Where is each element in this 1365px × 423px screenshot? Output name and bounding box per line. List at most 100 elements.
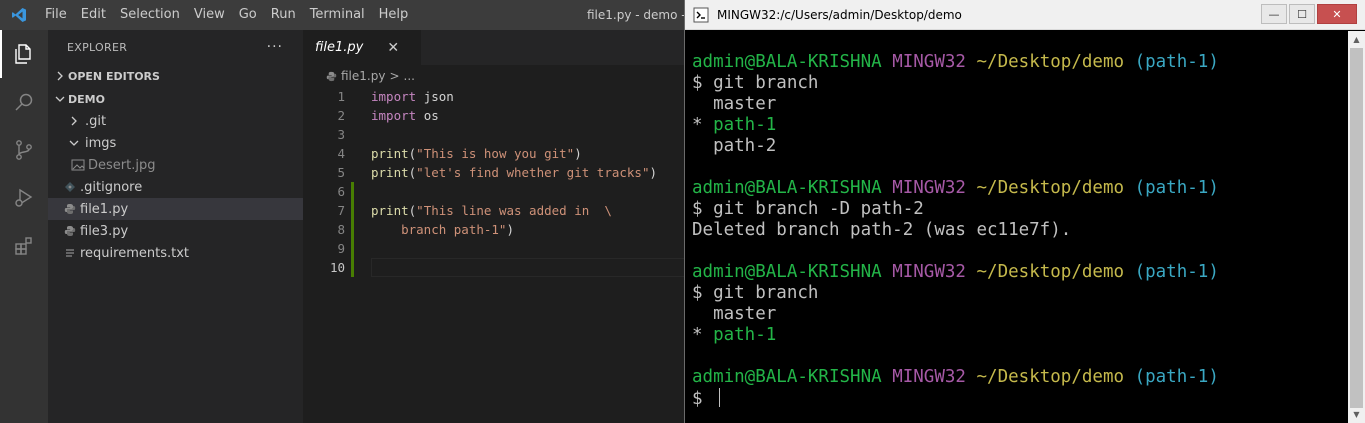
minimize-button[interactable]: — (1261, 4, 1287, 24)
terminal-text: (path-1) (1134, 262, 1219, 282)
tree-item-desert-jpg[interactable]: Desert.jpg (48, 154, 303, 176)
tab-close-icon[interactable]: ✕ (387, 40, 399, 56)
scroll-down-icon[interactable]: ▼ (1348, 406, 1365, 423)
tree-item-label: file3.py (80, 223, 129, 239)
terminal-text: ~/Desktop/demo (976, 367, 1125, 387)
terminal-line: $ (692, 388, 1219, 409)
terminal-text: ~/Desktop/demo (976, 178, 1125, 198)
text-cursor (719, 388, 721, 407)
line-number: 5 (337, 165, 345, 180)
open-editors-section[interactable]: OPEN EDITORS (48, 65, 303, 87)
code-line: 8 branch path-1") (303, 220, 684, 239)
scroll-up-icon[interactable]: ▲ (1348, 31, 1365, 48)
menu-file[interactable]: File (38, 0, 74, 30)
tree-item-file3-py[interactable]: file3.py (48, 220, 303, 242)
run-debug-activity-button[interactable] (0, 174, 48, 222)
chevron-right-icon (66, 113, 82, 129)
terminal-title: MINGW32:/c/Users/admin/Desktop/demo (717, 7, 962, 22)
code-token: print (371, 165, 409, 180)
gutter (345, 125, 371, 144)
terminal-line: $ git branch (692, 283, 1219, 304)
more-actions-icon[interactable]: ··· (267, 39, 283, 55)
files-icon (15, 44, 31, 64)
tree-item-imgs[interactable]: imgs (48, 132, 303, 154)
close-button[interactable]: ✕ (1317, 4, 1357, 24)
git-added-gutter-marker (345, 201, 371, 220)
breadcrumb-separator: > (389, 69, 400, 83)
menu-help[interactable]: Help (372, 0, 416, 30)
maximize-button[interactable]: ☐ (1289, 4, 1315, 24)
folder-section-demo[interactable]: DEMO (48, 88, 303, 110)
tab-label: file1.py (315, 40, 364, 55)
terminal-line: admin@BALA-KRISHNA MINGW32 ~/Desktop/dem… (692, 367, 1219, 388)
tree-item-git[interactable]: .git (48, 110, 303, 132)
line-number: 9 (337, 241, 345, 256)
scrollbar-thumb[interactable] (1350, 48, 1363, 408)
line-number: 7 (337, 203, 345, 218)
terminal-text: admin@BALA-KRISHNA (692, 178, 882, 198)
code-token: os (423, 108, 439, 123)
git-added-gutter-marker (345, 239, 371, 258)
open-editors-label: OPEN EDITORS (68, 69, 160, 83)
python-file-icon (62, 223, 78, 239)
code-token: ( (408, 203, 417, 218)
code-editor[interactable]: 1 import json 2 import os 3 4 print("This is h… (303, 87, 691, 277)
menu-terminal[interactable]: Terminal (303, 0, 372, 30)
gutter (345, 144, 371, 163)
debug-icon (15, 188, 33, 207)
activity-bar (0, 30, 48, 423)
terminal-text: $ git branch (692, 283, 819, 303)
chevron-down-icon (66, 135, 82, 151)
line-number: 2 (337, 108, 345, 123)
menu-run[interactable]: Run (264, 0, 303, 30)
code-token: ( (408, 165, 417, 180)
explorer-title: EXPLORER (67, 41, 128, 54)
tree-item-requirements-txt[interactable]: requirements.txt (48, 242, 303, 264)
search-activity-button[interactable] (0, 78, 48, 126)
extensions-icon (15, 237, 32, 255)
terminal-output[interactable]: admin@BALA-KRISHNA MINGW32 ~/Desktop/dem… (692, 52, 1219, 409)
terminal-text: (path-1) (1134, 178, 1219, 198)
menu-view[interactable]: View (187, 0, 232, 30)
terminal-text: MINGW32 (892, 262, 966, 282)
terminal-text: Deleted branch path-2 (was ec11e7f). (692, 220, 1072, 240)
file-tree: .git imgs Desert.jpg .gitignore file1.py file… (48, 110, 303, 264)
menu-go[interactable]: Go (232, 0, 264, 30)
terminal-line: Deleted branch path-2 (was ec11e7f). (692, 220, 1219, 241)
git-added-gutter-marker (345, 182, 371, 201)
source-control-activity-button[interactable] (0, 126, 48, 174)
code-line: 9 (303, 239, 684, 258)
breadcrumb-symbol[interactable]: ... (404, 69, 415, 83)
tab-file1-py[interactable]: file1.py ✕ (303, 30, 421, 65)
code-line: 4 print("This is how you git") (303, 144, 684, 163)
breadcrumb-file[interactable]: file1.py (341, 69, 385, 83)
menubar: File Edit Selection View Go Run Terminal Help (38, 0, 415, 30)
code-line: 10 (303, 258, 691, 277)
menu-edit[interactable]: Edit (74, 0, 113, 30)
explorer-activity-button[interactable] (0, 30, 48, 78)
tree-item-label: file1.py (80, 201, 129, 217)
tree-item-file1-py[interactable]: file1.py (48, 198, 303, 220)
image-file-icon (70, 157, 86, 173)
chevron-down-icon (52, 91, 68, 107)
chevron-right-icon (52, 68, 68, 84)
terminal-text: admin@BALA-KRISHNA (692, 52, 882, 72)
extensions-activity-button[interactable] (0, 222, 48, 270)
menu-selection[interactable]: Selection (113, 0, 187, 30)
terminal-titlebar: MINGW32:/c/Users/admin/Desktop/demo — ☐ … (685, 0, 1365, 30)
tree-item-gitignore[interactable]: .gitignore (48, 176, 303, 198)
line-number: 3 (337, 127, 345, 142)
terminal-scrollbar[interactable]: ▲ ▼ (1348, 31, 1365, 423)
terminal-text: (path-1) (1134, 367, 1219, 387)
terminal-text: * (692, 325, 714, 345)
current-line-highlight (371, 258, 691, 277)
terminal-line: master (692, 304, 1219, 325)
terminal-line: admin@BALA-KRISHNA MINGW32 ~/Desktop/dem… (692, 262, 1219, 283)
